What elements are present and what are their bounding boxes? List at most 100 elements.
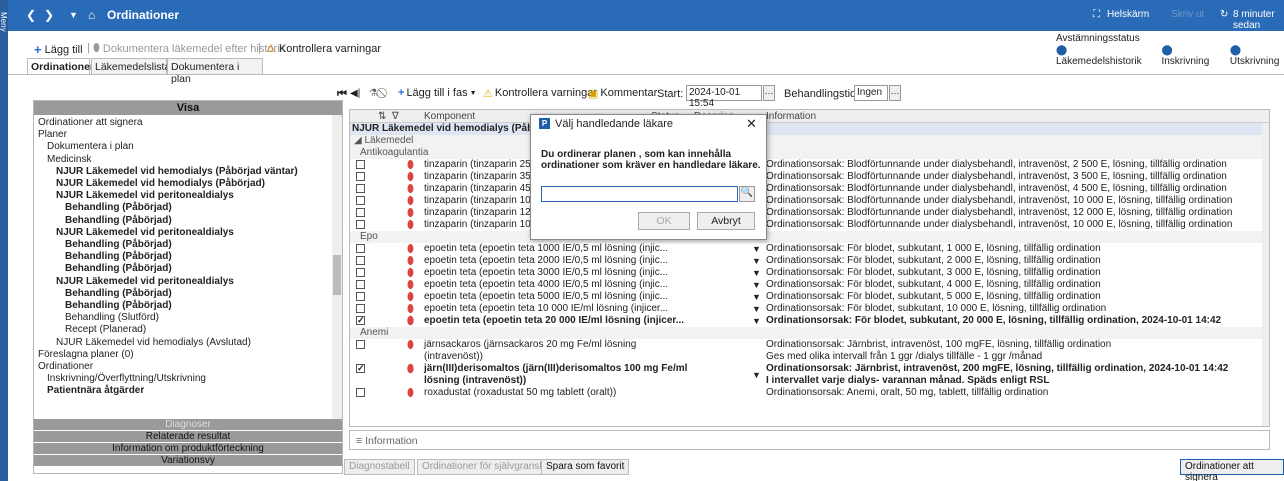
table-row[interactable]: ⬮ järnsackaros (järnsackaros 20 mg Fe/ml … [350, 339, 1262, 363]
collapse-icon[interactable]: ◀| [350, 88, 360, 99]
category-row[interactable]: Anemi [350, 327, 1262, 339]
table-row[interactable]: ⬮ roxadustat (roxadustat 50 mg tablett (o… [350, 387, 1262, 399]
row-checkbox[interactable] [356, 172, 365, 181]
refresh-icon[interactable]: ↻ [1220, 9, 1228, 20]
home-icon[interactable]: ⌂ [88, 8, 95, 22]
row-dropdown-icon[interactable]: ▼ [752, 369, 761, 381]
table-row[interactable]: ⬮ tinzaparin (tinzaparin 10 000 a Ordinati… [350, 195, 1262, 207]
tab-document-in-plan[interactable]: Dokumentera i plan [167, 58, 263, 85]
row-checkbox[interactable] [356, 244, 365, 253]
ok-button[interactable]: OK [638, 212, 690, 230]
orders-to-sign-button[interactable]: Ordinationer att signera [1180, 459, 1284, 481]
cancel-button[interactable]: Avbryt [697, 212, 755, 230]
forward-icon[interactable]: ❯ [44, 8, 54, 22]
footer-product-info[interactable]: Information om produktförteckning [34, 443, 342, 454]
tree-node[interactable]: Behandling (Påbörjad) [65, 263, 172, 274]
table-row[interactable]: ⬮ tinzaparin (tinzaparin 2500 an Ordinatio… [350, 159, 1262, 171]
row-checkbox[interactable] [356, 388, 365, 397]
table-row[interactable]: ⬮ tinzaparin (tinzaparin 3500 an Ordinatio… [350, 171, 1262, 183]
row-checkbox[interactable] [356, 292, 365, 301]
diagnosis-table-button[interactable]: Diagnostabell [344, 459, 415, 475]
close-icon[interactable]: ✕ [746, 116, 757, 132]
row-dropdown-icon[interactable]: ▼ [752, 315, 761, 327]
search-icon[interactable]: 🔍 [739, 186, 755, 202]
sort-icon[interactable]: ⇅ [378, 111, 386, 122]
row-dropdown-icon[interactable]: ▼ [752, 291, 761, 303]
table-row[interactable]: ⬮ tinzaparin (tinzaparin 4500 an Ordinatio… [350, 183, 1262, 195]
footer-related-results[interactable]: Relaterade resultat [34, 431, 342, 442]
table-row[interactable]: ⬮ tinzaparin (tinzaparin 10 000 a Ordinati… [350, 219, 1262, 231]
start-date-picker-button[interactable]: … [763, 85, 775, 101]
tree-node[interactable]: NJUR Läkemedel vid hemodialys (Påbörjad … [56, 166, 298, 177]
tree-node[interactable]: Behandling (Påbörjad) [65, 288, 172, 299]
tree-node[interactable]: NJUR Läkemedel vid peritonealdialys [56, 227, 234, 238]
tree-node[interactable]: Behandling (Påbörjad) [65, 300, 172, 311]
check-warnings-button[interactable]: ⚠ Kontrollera varningar [266, 42, 381, 56]
row-dropdown-icon[interactable]: ▼ [752, 243, 761, 255]
row-dropdown-icon[interactable]: ▼ [752, 303, 761, 315]
panel-header[interactable]: Visa [34, 101, 342, 115]
column-component[interactable]: Komponent [424, 111, 475, 122]
row-checkbox[interactable] [356, 256, 365, 265]
fullscreen-button[interactable]: Helskärm [1107, 9, 1149, 20]
table-row[interactable]: ⬮ epoetin teta (epoetin teta 4000 IE/0,5 … [350, 279, 1262, 291]
tree-node[interactable]: Behandling (Slutförd) [65, 312, 159, 323]
side-menu-bar[interactable] [0, 0, 8, 481]
save-favorite-button[interactable]: Spara som favorit [541, 459, 630, 475]
tree-node[interactable]: Patientnära åtgärder [47, 385, 144, 396]
fullscreen-icon[interactable]: ⛶ [1093, 9, 1100, 20]
footer-diagnoses[interactable]: Diagnoser [34, 419, 342, 430]
tree-node[interactable]: Dokumentera i plan [47, 141, 134, 152]
row-dropdown-icon[interactable]: ▼ [752, 255, 761, 267]
row-checkbox[interactable] [356, 208, 365, 217]
print-button[interactable]: Skriv ut [1171, 9, 1204, 20]
tree-node[interactable]: Behandling (Påbörjad) [65, 202, 172, 213]
table-row[interactable]: ⬮ epoetin teta (epoetin teta 1000 IE/0,5 … [350, 243, 1262, 255]
add-button[interactable]: + Lägg till [34, 42, 83, 57]
document-history-button[interactable]: ⬮ Dokumentera läkemedel efter historik [93, 42, 285, 55]
grid-scrollbar[interactable] [1262, 123, 1269, 426]
row-dropdown-icon[interactable]: ▼ [752, 267, 761, 279]
tree-node[interactable]: NJUR Läkemedel vid hemodialys (Påbörjad) [56, 178, 265, 189]
filter-icon[interactable]: ⚗ [369, 88, 378, 99]
supervisor-search-input[interactable] [541, 186, 738, 202]
row-checkbox[interactable] [356, 340, 365, 349]
row-checkbox[interactable] [356, 184, 365, 193]
row-checkbox[interactable] [356, 268, 365, 277]
tree-node[interactable]: Behandling (Påbörjad) [65, 251, 172, 262]
menu-label[interactable]: Meny [0, 12, 8, 32]
filter-column-icon[interactable]: ∇ [392, 111, 399, 122]
comment-button[interactable]: ▣ Kommentar [588, 87, 657, 100]
tree-node[interactable]: Föreslagna planer (0) [38, 349, 134, 360]
tree-scrollbar[interactable] [332, 115, 342, 419]
tree-node[interactable]: Medicinsk [47, 154, 91, 165]
tree-node[interactable]: Planer [38, 129, 67, 140]
tree-node[interactable]: Ordinationer att signera [38, 117, 143, 128]
row-checkbox[interactable] [356, 196, 365, 205]
tree-node[interactable]: Ordinationer [38, 361, 93, 372]
tab-orders[interactable]: Ordinationer [27, 58, 94, 74]
duration-picker-button[interactable]: … [889, 85, 901, 101]
table-row[interactable]: ⬮ epoetin teta (epoetin teta 10 000 IE/ml… [350, 303, 1262, 315]
plan-header-row[interactable]: NJUR Läkemedel vid hemodialys (Påbörjad … [350, 123, 1262, 135]
dropdown-icon[interactable]: ▼ [69, 10, 78, 20]
table-row[interactable]: ⬮ epoetin teta (epoetin teta 2000 IE/0,5 … [350, 255, 1262, 267]
table-row[interactable]: ⬮ epoetin teta (epoetin teta 5000 IE/0,5 … [350, 291, 1262, 303]
row-dropdown-icon[interactable]: ▼ [752, 279, 761, 291]
tree-node[interactable]: Inskrivning/Överflyttning/Utskrivning [47, 373, 206, 384]
column-information[interactable]: Information [766, 111, 816, 122]
row-checkbox[interactable] [356, 280, 365, 289]
back-icon[interactable]: ❮ [26, 8, 36, 22]
row-checkbox[interactable] [356, 304, 365, 313]
row-checkbox[interactable] [356, 160, 365, 169]
tree-node[interactable]: Recept (Planerad) [65, 324, 146, 335]
tree-node[interactable]: NJUR Läkemedel vid peritonealdialys [56, 190, 234, 201]
footer-variation-view[interactable]: Variationsvy [34, 455, 342, 466]
tab-medication-list[interactable]: Läkemedelslista [91, 58, 170, 74]
duration-field[interactable]: Ingen [854, 85, 888, 101]
scrollbar-thumb[interactable] [333, 255, 341, 295]
row-checkbox[interactable] [356, 315, 365, 326]
row-checkbox[interactable] [356, 220, 365, 229]
row-checkbox[interactable] [356, 363, 365, 374]
table-row[interactable]: ⬮ epoetin teta (epoetin teta 20 000 IE/ml… [350, 315, 1262, 327]
